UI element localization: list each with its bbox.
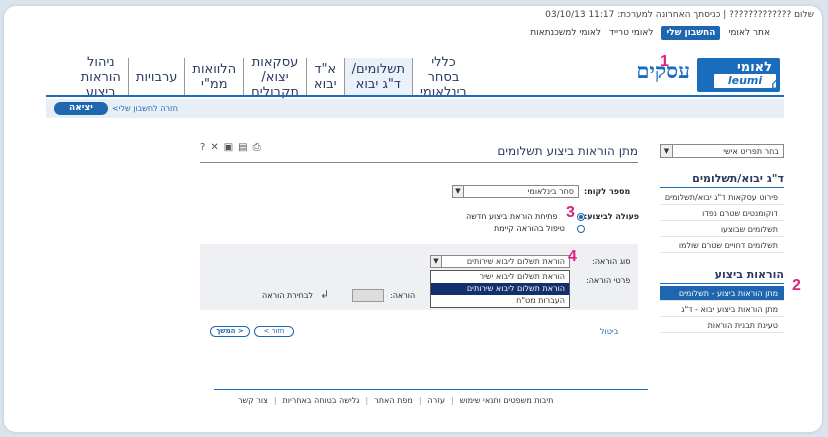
customer-number-select[interactable]: סחר בינלאומי ▼ — [452, 185, 579, 198]
radio-existing-instruction[interactable] — [577, 225, 585, 233]
help-icon[interactable]: ? — [200, 142, 210, 153]
callout-4: 4 — [568, 248, 577, 265]
nav-export[interactable]: עסקאות יצוא/ תקבולים — [243, 55, 306, 100]
chevron-down-icon: ▼ — [431, 256, 442, 267]
page-title: מתן הוראות ביצוע תשלומים — [497, 144, 638, 158]
callout-3: 3 — [566, 204, 575, 221]
sidebar-item-load-template[interactable]: טעינת תבנית הוראות — [660, 318, 784, 333]
close-icon[interactable]: ✕ — [210, 142, 223, 153]
sidebar-item-payment-instructions[interactable]: מתן הוראות ביצוע - תשלומים — [660, 286, 784, 301]
footer-separator: | — [273, 396, 277, 405]
sidebar-section-payments: ד"ג יבוא/תשלומים — [660, 172, 784, 188]
footer-divider — [214, 389, 648, 390]
instruction-details-label: פרטי הוראה: — [586, 276, 631, 285]
nav-manage-instructions[interactable]: ניהול הוראות ביצוע — [74, 55, 128, 100]
print-icon[interactable]: ⎙ — [253, 142, 266, 153]
footer-sitemap[interactable]: מפת האתר — [374, 396, 413, 405]
customer-number-value: סחר בינלאומי — [527, 187, 574, 196]
nav-general[interactable]: כללי בסחר בינלאומי — [412, 55, 474, 100]
personal-menu-value: בחר תפריט אישי — [723, 147, 779, 156]
cancel-link[interactable]: ביטול — [600, 327, 618, 336]
callout-2: 2 — [792, 277, 801, 294]
footer-separator: | — [451, 396, 454, 405]
nav-payments[interactable]: תשלומים/ ד"ג יבוא — [343, 58, 412, 96]
chevron-down-icon: ▼ — [661, 145, 673, 157]
footer-separator: | — [418, 396, 422, 405]
back-button[interactable]: < חזור — [254, 326, 294, 337]
leumi-logo[interactable]: לאומי leumi — [697, 58, 780, 92]
instruction-type-dropdown: הוראת תשלום ליבוא ישיר הוראת תשלום ליבוא… — [430, 270, 570, 308]
continue-button[interactable]: המשך > — [210, 326, 250, 337]
dropdown-option-direct-import[interactable]: הוראת תשלום ליבוא ישיר — [431, 271, 569, 283]
status-text: שלום ????????????? | כניסתך האחרונה למער… — [545, 10, 814, 20]
nav-import-ad[interactable]: א"ד יבוא — [305, 58, 344, 96]
footer-separator: | — [365, 396, 369, 405]
instruction-label: הוראה: — [390, 291, 416, 300]
instruction-type-select[interactable]: הוראת תשלום ליבוא שירותים ▼ — [430, 255, 570, 268]
radio-new-instruction-label[interactable]: פתיחת הוראת ביצוע חדשה — [466, 212, 558, 221]
dropdown-option-fx-transfer[interactable]: העברות מט"ח — [431, 295, 569, 307]
header-divider — [46, 95, 784, 97]
dropdown-option-services-import[interactable]: הוראת תשלום ליבוא שירותים — [431, 283, 569, 295]
calculator-icon[interactable]: ▤ — [238, 142, 252, 153]
save-icon[interactable]: ▣ — [224, 142, 238, 153]
instruction-input[interactable] — [352, 289, 384, 302]
toplink-my-account[interactable]: החשבון שלי — [661, 26, 721, 40]
enter-arrow-icon: ↲ — [320, 288, 330, 301]
back-to-account-link[interactable]: חזרה לחשבון שלי> — [112, 104, 178, 113]
page-frame: אתר לאומי החשבון שלי לאומי טרייד לאומי ל… — [4, 6, 822, 432]
toplink-leumi-site[interactable]: אתר לאומי — [728, 28, 770, 38]
sidebar-item-deals[interactable]: פירוט עסקאות ד"ג יבוא/תשלומים — [660, 190, 784, 205]
title-divider — [200, 162, 638, 163]
sidebar-section-instructions: הוראות ביצוע — [660, 268, 784, 284]
personal-menu-select[interactable]: בחר תפריט אישי ▼ — [660, 144, 784, 158]
action-label: פעולה לביצוע: — [584, 212, 640, 221]
exit-button[interactable]: יציאה — [54, 102, 108, 115]
footer-links: תיבות משפטים ותנאי שימוש | עזרה | מפת הא… — [238, 396, 553, 405]
footer-contact[interactable]: צור קשר — [238, 396, 268, 405]
footer-help[interactable]: עזרה — [428, 396, 446, 405]
customer-number-label: מספר לקוח: — [584, 187, 631, 196]
sidebar-item-documents[interactable]: דוקומנטים שטרם נפדו — [660, 206, 784, 221]
logo-latin: leumi — [714, 74, 776, 88]
footer-terms[interactable]: תיבות משפטים ותנאי שימוש — [460, 396, 554, 405]
toplink-leumi-trade[interactable]: לאומי טרייד — [609, 28, 653, 38]
radio-existing-instruction-label[interactable]: טיפול בהוראה קיימת — [494, 224, 565, 233]
toolbar-icons: ?✕▣▤⎙ — [200, 142, 266, 153]
nav-guarantees[interactable]: ערבויות — [127, 58, 185, 96]
radio-new-instruction[interactable] — [577, 213, 585, 221]
chevron-down-icon: ▼ — [453, 186, 464, 197]
toplink-mortgage[interactable]: לאומי למשכנתאות — [530, 28, 601, 38]
home-icon[interactable]: ⌂ — [771, 74, 781, 93]
instruction-type-value: הוראת תשלום ליבוא שירותים — [466, 257, 565, 266]
logo-hebrew: לאומי — [736, 60, 772, 75]
instruction-type-label: סוג הוראה: — [592, 257, 631, 266]
main-nav: כללי בסחר בינלאומי תשלומים/ ד"ג יבוא א"ד… — [81, 55, 474, 100]
footer-safe-browsing[interactable]: גלישה בטוחה באחריות — [283, 396, 360, 405]
callout-1: 1 — [660, 53, 669, 70]
sidebar-item-deferred[interactable]: תשלומים דחויים שטרם שולמו — [660, 238, 784, 253]
top-links: אתר לאומי החשבון שלי לאומי טרייד לאומי ל… — [530, 26, 770, 40]
choose-instruction-link[interactable]: לבחירת הוראה — [262, 291, 313, 300]
sidebar-item-payments-done[interactable]: תשלומים שבוצעו — [660, 222, 784, 237]
sidebar-item-import-instructions[interactable]: מתן הוראות ביצוע יבוא - ד"ג — [660, 302, 784, 317]
nav-loans[interactable]: הלוואות ממ"י — [184, 58, 243, 96]
